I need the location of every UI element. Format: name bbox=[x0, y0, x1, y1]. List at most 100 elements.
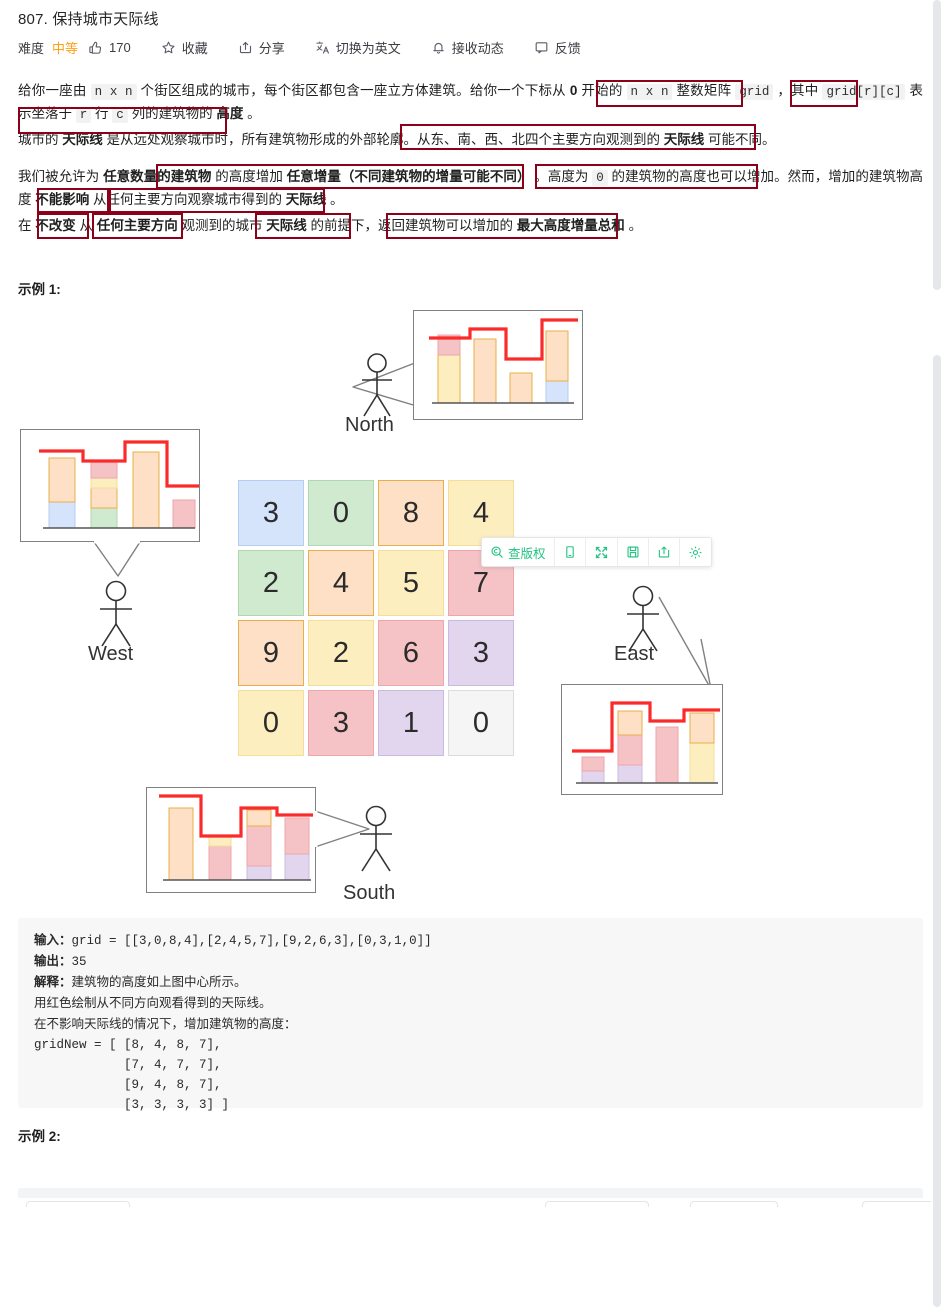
example-1-gridnew-line-4: [3, 3, 3, 3] ] bbox=[34, 1098, 230, 1112]
settings-button[interactable] bbox=[680, 538, 711, 566]
example-2-block-top-edge bbox=[18, 1188, 923, 1198]
south-chart bbox=[159, 794, 313, 881]
copyright-check-label: 查版权 bbox=[508, 546, 546, 561]
save-button[interactable] bbox=[618, 538, 649, 566]
feedback-button[interactable]: 反馈 bbox=[534, 38, 581, 57]
grid-cell-r0-c1: 0 bbox=[308, 480, 374, 546]
difficulty-group: 难度 中等 bbox=[18, 38, 78, 57]
subscribe-button[interactable]: 接收动态 bbox=[431, 38, 504, 57]
north-chart bbox=[429, 318, 578, 404]
text-seg: 我们被允许为 bbox=[18, 169, 104, 184]
share-icon bbox=[238, 40, 253, 55]
south-view-panel bbox=[146, 787, 316, 893]
south-label: South bbox=[343, 882, 396, 904]
translate-label: 切换为英文 bbox=[335, 41, 401, 56]
code-inline-zero: 0 bbox=[592, 170, 608, 186]
text-bold-any-increment: 任意增量（不同建筑物的增量可能不同） bbox=[286, 169, 531, 184]
feedback-label: 反馈 bbox=[554, 41, 581, 56]
text-seg: 行 bbox=[91, 106, 113, 121]
east-view-panel bbox=[561, 684, 723, 795]
fullscreen-expand-button[interactable] bbox=[586, 538, 618, 566]
text-bold-skyline-2: 天际线 bbox=[663, 132, 705, 147]
description-paragraph-1: 给你一座由 n x n 个街区组成的城市，每个街区都包含一座立方体建筑。给你一个… bbox=[18, 80, 923, 126]
code-inline-c: c bbox=[112, 107, 128, 123]
example-1-block: 输入：grid = [[3,0,8,4],[2,4,5,7],[9,2,6,3]… bbox=[18, 918, 923, 1112]
grid-cell-r3-c1: 3 bbox=[308, 690, 374, 756]
share-button[interactable]: 分享 bbox=[238, 38, 285, 57]
text-seg: 的前提下，返回建筑物可以增加的 bbox=[306, 218, 517, 233]
text-bold-max-sum: 最大高度增量总和 bbox=[516, 218, 625, 233]
text-seg: 从任何主要方向观察城市得到的 bbox=[89, 192, 286, 207]
copyright-check-button[interactable]: 查版权 bbox=[482, 538, 555, 566]
image-floating-toolbar[interactable]: 查版权 bbox=[481, 537, 712, 567]
gear-icon bbox=[689, 546, 701, 558]
example-1-input-label: 输入： bbox=[34, 933, 72, 947]
code-inline-nxn-2: n x n bbox=[626, 84, 673, 100]
text-seg: 个街区组成的城市，每个街区都包含一座立方体建筑。给你一个下标从 bbox=[136, 83, 570, 98]
description-paragraph-2: 城市的 天际线 是从远处观察城市时，所有建筑物形成的外部轮廓。从东、南、西、北四… bbox=[18, 129, 923, 151]
west-bubble-tail bbox=[93, 540, 141, 577]
scrollbar-track-upper[interactable] bbox=[933, 0, 941, 290]
text-seg: 开始的 bbox=[577, 83, 627, 98]
grid-cell-r0-c2: 8 bbox=[378, 480, 444, 546]
north-person-icon bbox=[362, 353, 392, 417]
text-seg: 。 bbox=[243, 106, 261, 121]
text-bold-skyline-4: 天际线 bbox=[266, 218, 307, 233]
text-seg: 在 bbox=[18, 218, 36, 233]
difficulty-label: 难度 bbox=[18, 41, 45, 56]
grid-cell-r3-c3: 0 bbox=[448, 690, 514, 756]
text-seg: 的高度增加 bbox=[211, 169, 287, 184]
grid-cell-r1-c0: 2 bbox=[238, 550, 304, 616]
text-bold-cannot-affect: 不能影响 bbox=[35, 192, 90, 207]
text-seg: 。高度为 bbox=[530, 169, 593, 184]
text-seg: 给你一座由 bbox=[18, 83, 91, 98]
page-title: 807. 保持城市天际线 bbox=[18, 11, 159, 28]
footer-control-2[interactable] bbox=[545, 1201, 649, 1207]
share-export-button[interactable] bbox=[649, 538, 680, 566]
code-inline-grid: grid bbox=[735, 84, 774, 100]
east-bubble-tail bbox=[658, 596, 712, 690]
text-seg: 。 bbox=[326, 192, 344, 207]
text-bold-any-direction: 任何主要方向 bbox=[96, 218, 178, 233]
grid-cell-r2-c2: 6 bbox=[378, 620, 444, 686]
thumbs-up-icon bbox=[88, 40, 103, 55]
translate-button[interactable]: 切换为英文 bbox=[315, 38, 401, 57]
text-bold-any-buildings: 任意数量的建筑物 bbox=[103, 169, 212, 184]
text-bold-unchanged: 不改变 bbox=[35, 218, 76, 233]
east-chart bbox=[572, 701, 720, 784]
grid-cell-r0-c0: 3 bbox=[238, 480, 304, 546]
example-1-explain-line-2: 用红色绘制从不同方向观看得到的天际线。 bbox=[34, 996, 272, 1010]
expand-icon bbox=[595, 546, 607, 558]
problem-page: 807. 保持城市天际线 难度 中等 170 收藏 分享 切换为英文 接收动态 … bbox=[0, 0, 943, 1307]
text-seg: ，其中 bbox=[773, 83, 823, 98]
export-icon bbox=[658, 546, 669, 558]
save-disk-icon bbox=[627, 546, 639, 558]
footer-control-1[interactable] bbox=[26, 1201, 130, 1207]
text-bold-skyline-3: 天际线 bbox=[285, 192, 327, 207]
grid-cell-r2-c3: 3 bbox=[448, 620, 514, 686]
code-inline-nxn-1: n x n bbox=[90, 84, 137, 100]
example-2-heading: 示例 2: bbox=[18, 1129, 61, 1144]
mobile-preview-button[interactable] bbox=[555, 538, 586, 566]
favorite-button[interactable]: 收藏 bbox=[161, 38, 208, 57]
vertical-scrollbar[interactable] bbox=[931, 0, 943, 1307]
description-paragraph-4: 在 不改变 从 任何主要方向 观测到的城市 天际线 的前提下，返回建筑物可以增加… bbox=[18, 215, 923, 237]
grid-cell-r3-c0: 0 bbox=[238, 690, 304, 756]
difficulty-badge: 中等 bbox=[52, 41, 79, 56]
footer-control-4[interactable] bbox=[862, 1201, 942, 1207]
copyright-search-icon bbox=[491, 546, 503, 558]
text-seg: 城市的 bbox=[18, 132, 63, 147]
subscribe-label: 接收动态 bbox=[451, 41, 504, 56]
footer-control-3[interactable] bbox=[690, 1201, 778, 1207]
example-1-output-value: 35 bbox=[71, 955, 87, 969]
code-inline-grid-rc: grid[r][c] bbox=[822, 84, 906, 100]
example-1-gridnew-line-1: gridNew = [ [8, 4, 8, 7], bbox=[34, 1038, 222, 1052]
grid-cell-r2-c1: 2 bbox=[308, 620, 374, 686]
scrollbar-track-lower[interactable] bbox=[933, 355, 941, 1307]
like-button[interactable]: 170 bbox=[88, 40, 131, 55]
example-1-explain-label: 解释： bbox=[34, 975, 72, 989]
text-seg: 可能不同。 bbox=[704, 132, 776, 147]
text-seg: 整数矩阵 bbox=[672, 83, 736, 98]
example-1-explain-line-1: 建筑物的高度如上图中心所示。 bbox=[71, 975, 247, 989]
favorite-label: 收藏 bbox=[181, 41, 208, 56]
